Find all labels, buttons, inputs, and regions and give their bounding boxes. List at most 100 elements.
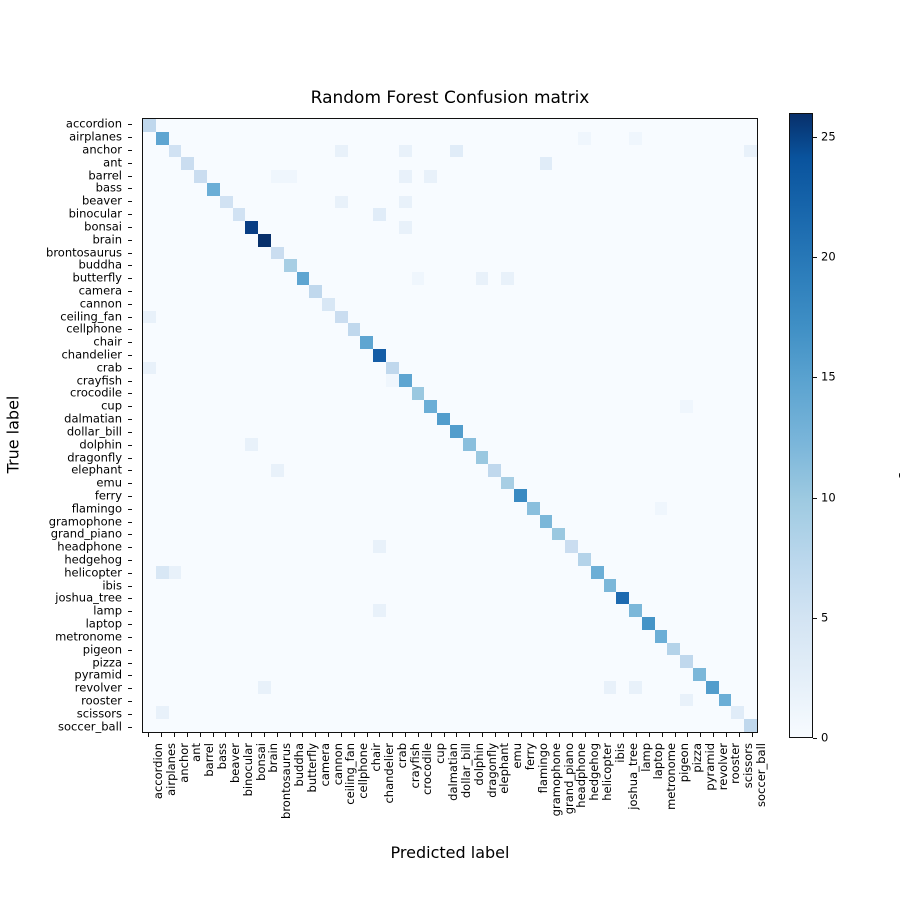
- matrix-cell: [219, 387, 233, 400]
- x-tick-label-gramophone: gramophone: [548, 743, 563, 817]
- matrix-cell: [296, 233, 310, 247]
- matrix-cell: [322, 489, 335, 503]
- matrix-cell: [143, 208, 156, 222]
- matrix-cell: [245, 157, 259, 171]
- matrix-cell: [373, 502, 387, 515]
- matrix-cell: [526, 489, 540, 503]
- matrix-cell: [232, 195, 246, 209]
- matrix-cell: [296, 668, 310, 681]
- matrix-cell: [654, 553, 668, 566]
- matrix-cell: [667, 285, 681, 298]
- matrix-cell: [334, 387, 348, 400]
- matrix-cell: [501, 578, 514, 592]
- matrix-cell: [616, 233, 630, 247]
- matrix-cell: [488, 387, 502, 400]
- matrix-cell: [488, 119, 502, 132]
- y-tick-mark: [128, 675, 132, 677]
- matrix-cell: [373, 259, 387, 273]
- matrix-cell: [539, 348, 553, 362]
- matrix-cell: [577, 553, 591, 566]
- x-tick-mark: [212, 733, 214, 737]
- colorbar-tick-label: 10: [821, 489, 836, 504]
- matrix-cell: [552, 655, 566, 669]
- matrix-cell: [667, 604, 681, 618]
- matrix-cell: [334, 565, 348, 579]
- matrix-cell: [565, 463, 578, 477]
- matrix-cell: [552, 629, 566, 643]
- matrix-cell: [654, 719, 668, 732]
- matrix-cell: [744, 272, 757, 286]
- matrix-cell: [590, 221, 604, 234]
- matrix-cell: [232, 527, 246, 541]
- matrix-cell: [206, 157, 220, 171]
- matrix-cell: [194, 553, 207, 566]
- matrix-cell: [641, 259, 655, 273]
- matrix-cell: [360, 668, 374, 681]
- matrix-cell: [245, 425, 259, 439]
- matrix-cell: [386, 387, 399, 400]
- matrix-cell: [334, 642, 348, 656]
- matrix-cell: [667, 693, 681, 707]
- matrix-cell: [347, 170, 361, 183]
- matrix-cell: [539, 246, 553, 260]
- matrix-cell: [513, 182, 527, 196]
- matrix-cell: [386, 259, 399, 273]
- matrix-cell: [603, 463, 617, 477]
- matrix-cell: [360, 578, 374, 592]
- matrix-cell: [475, 387, 489, 400]
- matrix-cell: [206, 323, 220, 337]
- matrix-cell: [143, 272, 156, 286]
- matrix-cell: [334, 553, 348, 566]
- matrix-cell: [513, 144, 527, 158]
- matrix-cell: [718, 208, 732, 222]
- x-tick-mark: [263, 733, 265, 737]
- matrix-cell: [654, 578, 668, 592]
- matrix-cell: [693, 489, 706, 503]
- matrix-cell: [219, 629, 233, 643]
- matrix-cell: [334, 591, 348, 605]
- matrix-cell: [693, 182, 706, 196]
- matrix-cell: [398, 272, 412, 286]
- matrix-cell: [539, 387, 553, 400]
- matrix-cell: [488, 144, 502, 158]
- matrix-cell: [488, 336, 502, 349]
- matrix-cell: [206, 629, 220, 643]
- matrix-cell: [194, 489, 207, 503]
- matrix-cell: [424, 195, 438, 209]
- matrix-cell: [475, 578, 489, 592]
- matrix-cell: [577, 399, 591, 413]
- matrix-cell: [398, 438, 412, 452]
- matrix-cell: [654, 680, 668, 694]
- matrix-cell: [475, 272, 489, 286]
- matrix-cell: [181, 706, 195, 720]
- matrix-cell: [603, 668, 617, 681]
- matrix-cell: [526, 233, 540, 247]
- matrix-cell: [488, 502, 502, 515]
- matrix-cell: [309, 272, 323, 286]
- matrix-cell: [641, 578, 655, 592]
- matrix-cell: [143, 502, 156, 515]
- matrix-cell: [526, 387, 540, 400]
- matrix-cell: [245, 540, 259, 554]
- matrix-cell: [462, 514, 476, 528]
- matrix-cell: [181, 680, 195, 694]
- matrix-cell: [411, 553, 425, 566]
- matrix-cell: [629, 119, 642, 132]
- matrix-cell: [373, 323, 387, 337]
- matrix-cell: [322, 144, 335, 158]
- matrix-cell: [616, 617, 630, 630]
- matrix-cell: [245, 259, 259, 273]
- matrix-cell: [322, 387, 335, 400]
- matrix-cell: [322, 476, 335, 490]
- matrix-cell: [270, 553, 284, 566]
- matrix-cell: [296, 680, 310, 694]
- matrix-cell: [488, 233, 502, 247]
- matrix-cell: [232, 642, 246, 656]
- matrix-cell: [437, 233, 450, 247]
- matrix-cell: [450, 719, 463, 732]
- x-tick-mark: [276, 733, 278, 737]
- matrix-cell: [373, 361, 387, 375]
- matrix-cell: [565, 157, 578, 171]
- matrix-cell: [450, 438, 463, 452]
- matrix-cell: [590, 182, 604, 196]
